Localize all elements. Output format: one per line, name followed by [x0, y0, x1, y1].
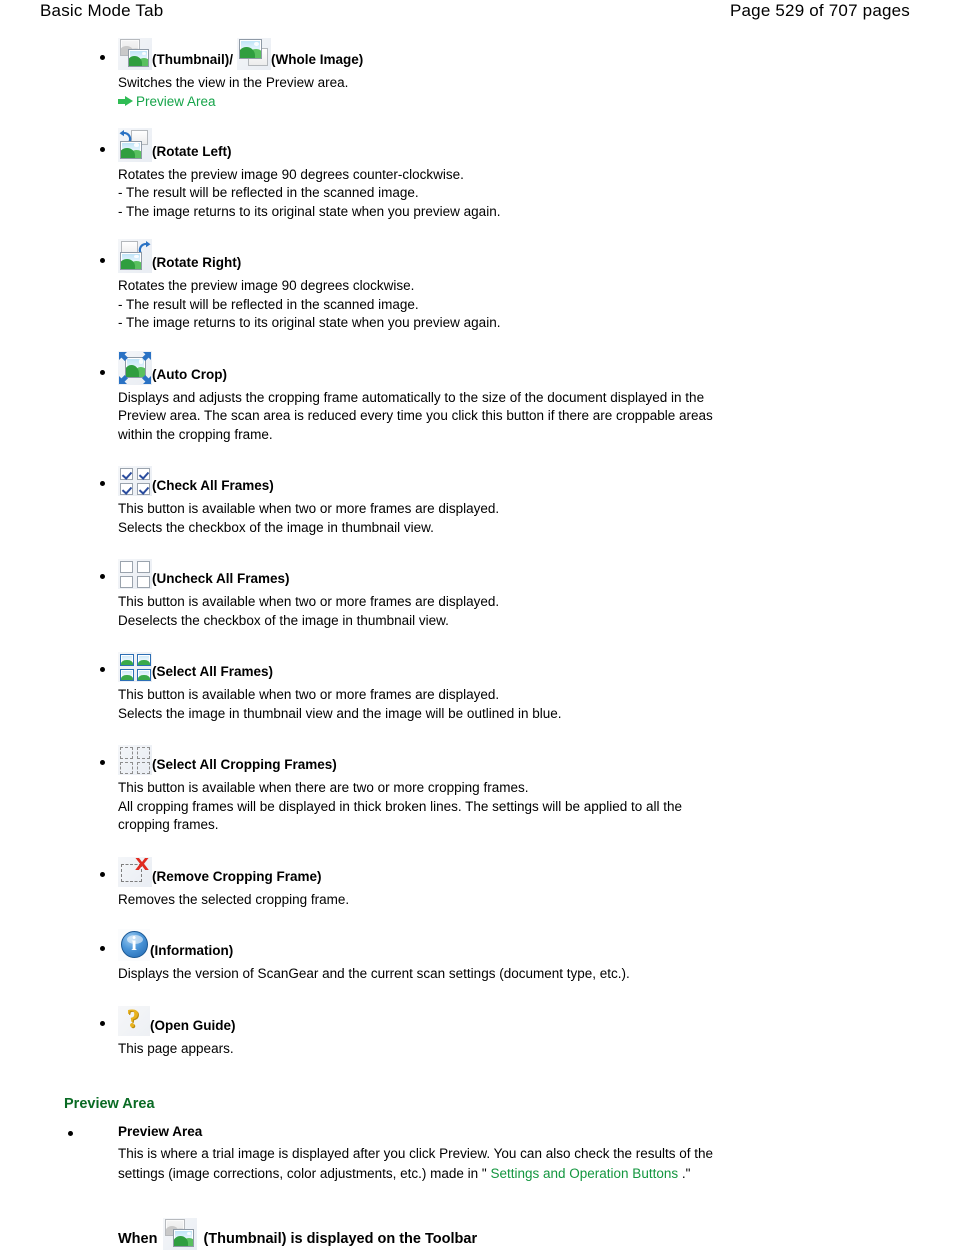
thumbnail-label: (Thumbnail) — [152, 52, 230, 67]
rotate-left-heading: (Rotate Left) — [118, 127, 914, 162]
information-icon[interactable]: i — [118, 929, 150, 961]
list-item: (Thumbnail) / (Whole Image) Switches the… — [40, 36, 914, 126]
rotate-right-icon[interactable] — [118, 239, 152, 273]
rotate-right-heading: (Rotate Right) — [118, 239, 914, 273]
list-item: ? (Open Guide) This page appears. — [40, 1002, 914, 1059]
list-item: (Select All Cropping Frames) This button… — [40, 741, 914, 851]
select-all-cropping-frames-label: (Select All Cropping Frames) — [152, 757, 337, 772]
list-item: (Rotate Right) Rotates the preview image… — [40, 239, 914, 349]
open-guide-icon[interactable]: ? — [118, 1004, 150, 1036]
list-item: (Check All Frames) This button is availa… — [40, 462, 914, 553]
list-item: (Rotate Left) Rotates the preview image … — [40, 127, 914, 238]
list-item: (Select All Frames) This button is avail… — [40, 648, 914, 739]
check-all-frames-label: (Check All Frames) — [152, 478, 274, 493]
rotate-left-label: (Rotate Left) — [152, 143, 232, 159]
list-item: (Uncheck All Frames) This button is avai… — [40, 555, 914, 646]
list-item: (Remove Cropping Frame) Removes the sele… — [40, 853, 914, 926]
preview-area-section-heading: Preview Area — [64, 1096, 155, 1112]
rotate-left-icon[interactable] — [118, 127, 152, 162]
auto-crop-heading: (Auto Crop) — [118, 350, 914, 385]
thumbnail-icon[interactable] — [118, 38, 152, 70]
auto-crop-label: (Auto Crop) — [152, 366, 227, 382]
page-title: Basic Mode Tab — [40, 1, 164, 20]
select-all-cropping-frames-heading: (Select All Cropping Frames) — [118, 741, 914, 775]
select-all-cropping-frames-description: This button is available when there are … — [118, 780, 683, 832]
list-item: Preview Area This is where a trial image… — [40, 1124, 914, 1184]
check-all-frames-icon[interactable] — [118, 466, 152, 496]
check-all-frames-description: This button is available when two or mor… — [118, 501, 500, 535]
uncheck-all-frames-heading: (Uncheck All Frames) — [118, 555, 914, 589]
settings-and-operation-buttons-link[interactable]: Settings and Operation Buttons — [490, 1166, 678, 1181]
remove-cropping-frame-heading: (Remove Cropping Frame) — [118, 853, 914, 887]
page-number-label: Page 529 of 707 pages — [729, 1, 910, 20]
thumbnail-description: Switches the view in the Preview area. — [118, 75, 349, 90]
auto-crop-icon[interactable] — [118, 350, 152, 385]
check-all-frames-heading: (Check All Frames) — [118, 462, 914, 496]
page-content: (Thumbnail) / (Whole Image) Switches the… — [0, 36, 954, 1250]
uncheck-all-frames-icon[interactable] — [118, 559, 152, 589]
information-description: Displays the version of ScanGear and the… — [118, 966, 630, 981]
remove-cropping-frame-label: (Remove Cropping Frame) — [152, 868, 322, 884]
auto-crop-arrows-glyph — [119, 351, 151, 384]
when-thumbnail-row: When (Thumbnail) is displayed on the Too… — [118, 1218, 914, 1250]
preview-area-item-title: Preview Area — [118, 1124, 203, 1139]
list-item: i (Information) Displays the version of … — [40, 927, 914, 1000]
uncheck-all-frames-label: (Uncheck All Frames) — [152, 571, 290, 586]
open-guide-label: (Open Guide) — [150, 1017, 236, 1033]
preview-area-link-row[interactable]: Preview Area — [118, 94, 914, 110]
rotate-right-description: Rotates the preview image 90 degrees clo… — [118, 278, 501, 330]
select-all-frames-icon[interactable] — [118, 652, 152, 682]
list-item: (Auto Crop) Displays and adjusts the cro… — [40, 350, 914, 461]
open-guide-description: This page appears. — [118, 1040, 234, 1056]
preview-area-link[interactable]: Preview Area — [136, 94, 216, 110]
uncheck-all-frames-description: This button is available when two or mor… — [118, 594, 500, 628]
red-x-icon — [135, 857, 149, 870]
page-header: Basic Mode Tab Page 529 of 707 pages — [0, 0, 954, 34]
green-arrow-icon — [118, 96, 133, 107]
preview-area-list: Preview Area This is where a trial image… — [40, 1124, 914, 1184]
when-suffix-text: (Thumbnail) is displayed on the Toolbar — [203, 1231, 478, 1247]
toolbar-button-list: (Thumbnail) / (Whole Image) Switches the… — [40, 36, 914, 1058]
select-all-frames-heading: (Select All Frames) — [118, 648, 914, 682]
label-separator: / — [229, 52, 234, 67]
information-label: (Information) — [150, 943, 234, 958]
rotate-right-label: (Rotate Right) — [152, 255, 242, 270]
open-guide-heading: ? (Open Guide) — [118, 1002, 914, 1036]
thumbnail-icon[interactable] — [163, 1218, 198, 1250]
whole-image-label: (Whole Image) — [271, 52, 364, 67]
thumbnail-whole-image-heading: (Thumbnail) / (Whole Image) — [118, 36, 914, 70]
rotate-left-description: Rotates the preview image 90 degrees cou… — [118, 166, 501, 219]
select-all-cropping-frames-icon[interactable] — [118, 745, 152, 775]
remove-cropping-frame-icon[interactable] — [118, 856, 152, 887]
whole-image-icon[interactable] — [237, 38, 272, 70]
select-all-frames-label: (Select All Frames) — [152, 664, 274, 679]
select-all-frames-description: This button is available when two or mor… — [118, 687, 562, 721]
auto-crop-description: Displays and adjusts the cropping frame … — [118, 389, 713, 442]
preview-area-body-part2: ." — [681, 1166, 691, 1181]
when-prefix-text: When — [118, 1231, 158, 1247]
preview-area-body: This is where a trial image is displayed… — [118, 1144, 733, 1184]
information-heading: i (Information) — [118, 927, 914, 961]
remove-cropping-frame-description: Removes the selected cropping frame. — [118, 891, 350, 907]
